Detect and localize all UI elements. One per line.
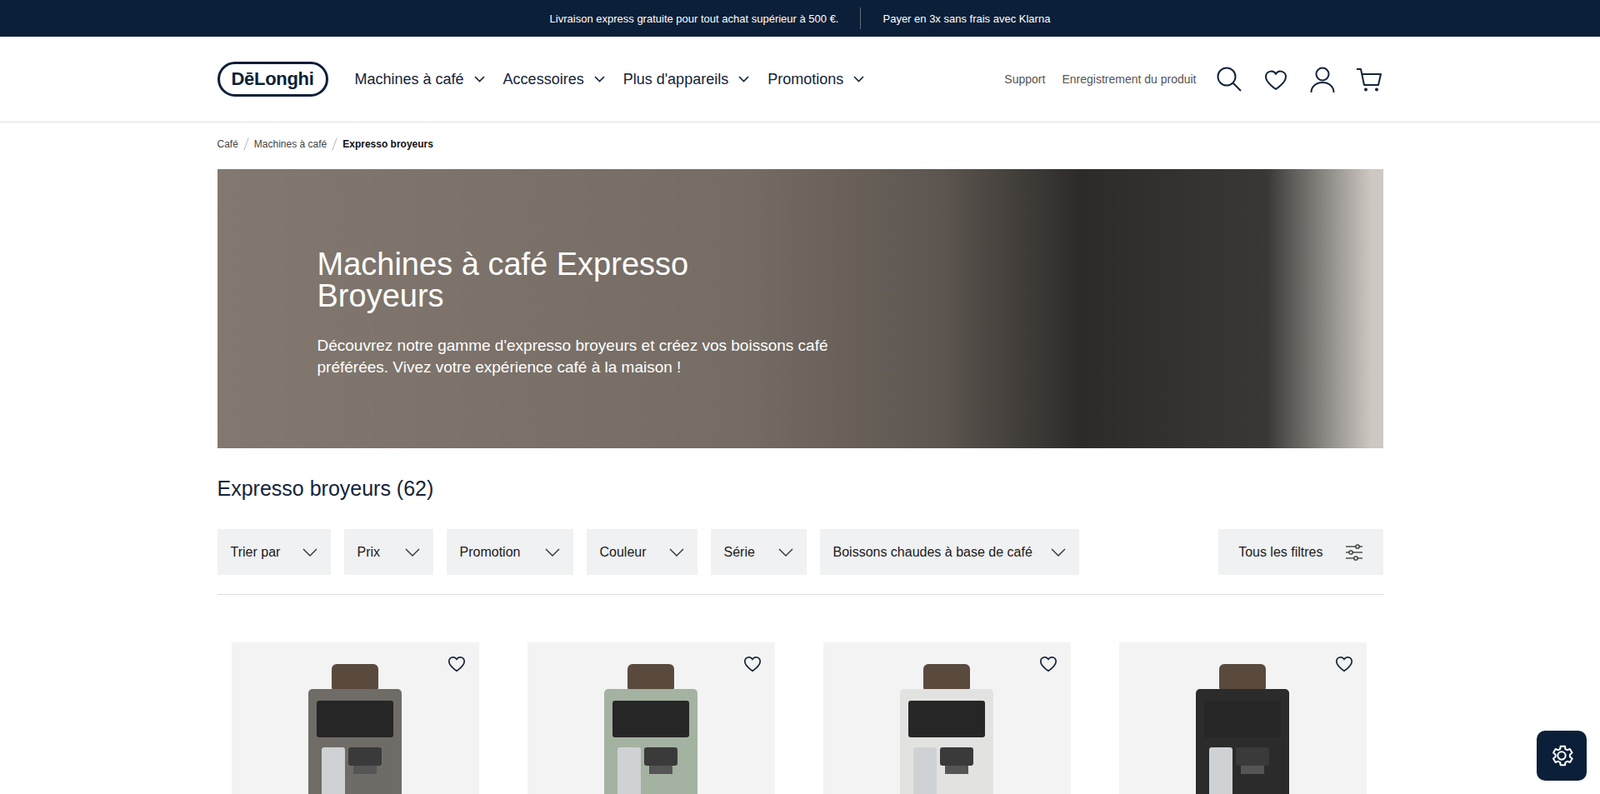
coffee-machine-image[interactable] (271, 664, 439, 794)
main-nav: Machines à café Accessoires Plus d'apparei… (355, 70, 865, 89)
site-header: DēLonghi Machines à café Accessoires Plus d… (0, 36, 1600, 123)
cookie-settings-button[interactable] (1536, 730, 1587, 781)
heart-icon[interactable] (1261, 65, 1290, 94)
chevron-down-icon[interactable] (669, 548, 685, 557)
filter-dropdown[interactable]: Prix (344, 529, 434, 575)
cart-icon[interactable] (1355, 65, 1384, 94)
filter-dropdown[interactable]: Promotion (446, 529, 574, 575)
gear-icon[interactable] (1548, 742, 1575, 770)
filter-label[interactable]: Série (724, 545, 755, 560)
breadcrumb-item[interactable]: Machines à café (254, 138, 327, 150)
promo-message[interactable]: Payer en 3x sans frais avec Klarna (860, 12, 1072, 25)
promo-bar: Livraison express gratuite pour tout ach… (0, 0, 1600, 37)
chevron-down-icon[interactable] (738, 75, 750, 83)
product-card[interactable] (1119, 642, 1367, 794)
breadcrumb-item: Expresso broyeurs (342, 138, 434, 150)
product-card[interactable] (823, 642, 1071, 794)
filter-label[interactable]: Couleur (600, 545, 647, 560)
divider (217, 594, 1384, 595)
nav-label[interactable]: Machines à café (355, 70, 465, 89)
promo-message[interactable]: Livraison express gratuite pour tout ach… (528, 12, 861, 25)
coffee-machine-image[interactable] (1159, 664, 1326, 794)
filter-label[interactable]: Promotion (460, 545, 521, 560)
nav-item[interactable]: Accessoires (503, 70, 605, 89)
separator (860, 7, 861, 30)
coffee-machine-image[interactable] (567, 664, 735, 794)
banner-description: Découvrez notre gamme d'expresso broyeur… (317, 335, 835, 378)
chevron-down-icon[interactable] (1050, 548, 1066, 557)
filter-bar: Trier par Prix Promotion Couleur Série Boisso… (217, 529, 1384, 575)
hero-banner: Machines à café Expresso Broyeurs Découvr… (217, 169, 1384, 449)
filter-dropdown[interactable]: Boissons chaudes à base de café (820, 529, 1080, 575)
nav-item[interactable]: Machines à café (355, 70, 485, 89)
utility-link[interactable]: Enregistrement du produit (1061, 72, 1196, 86)
logo[interactable]: DēLonghi (217, 61, 329, 97)
search-icon[interactable] (1215, 65, 1244, 94)
chevron-down-icon[interactable] (594, 75, 605, 83)
chevron-down-icon[interactable] (474, 75, 485, 83)
all-filters-button[interactable]: Tous les filtres (1218, 529, 1383, 575)
product-card[interactable] (231, 642, 480, 794)
breadcrumb-separator (243, 137, 249, 150)
banner-title: Machines à café Expresso Broyeurs (317, 248, 751, 312)
nav-label[interactable]: Accessoires (503, 70, 585, 89)
filter-dropdown[interactable]: Série (710, 529, 807, 575)
filter-label[interactable]: Boissons chaudes à base de café (833, 545, 1033, 560)
filter-label[interactable]: Prix (357, 545, 381, 560)
nav-label[interactable]: Promotions (767, 70, 844, 89)
utility-link[interactable]: Support (1004, 72, 1045, 86)
nav-item[interactable]: Promotions (767, 70, 865, 89)
chevron-down-icon[interactable] (853, 75, 865, 83)
listing-heading: Expresso broyeurs (62) (217, 476, 1384, 501)
favorite-heart-icon[interactable] (1037, 652, 1060, 675)
favorite-heart-icon[interactable] (741, 652, 764, 675)
user-icon[interactable] (1308, 65, 1337, 94)
chevron-down-icon[interactable] (405, 548, 420, 557)
filter-dropdown[interactable]: Trier par (217, 529, 331, 575)
all-filters-label[interactable]: Tous les filtres (1238, 545, 1323, 560)
product-grid (217, 642, 1384, 794)
breadcrumb-separator (332, 137, 338, 150)
filter-dropdown[interactable]: Couleur (586, 529, 698, 575)
chevron-down-icon[interactable] (545, 548, 560, 557)
coffee-machine-image[interactable] (863, 664, 1030, 794)
utility-area: Support Enregistrement du produit (1004, 65, 1383, 94)
favorite-heart-icon[interactable] (1333, 652, 1355, 675)
main-content: Café Machines à café Expresso broyeurs Mach… (217, 122, 1384, 794)
breadcrumb: Café Machines à café Expresso broyeurs (217, 122, 1384, 170)
product-card[interactable] (527, 642, 775, 794)
nav-label[interactable]: Plus d'appareils (623, 70, 730, 89)
filter-label[interactable]: Trier par (230, 545, 281, 560)
nav-item[interactable]: Plus d'appareils (623, 70, 750, 89)
chevron-down-icon[interactable] (302, 548, 318, 557)
sliders-icon[interactable] (1345, 544, 1364, 561)
favorite-heart-icon[interactable] (445, 652, 468, 675)
chevron-down-icon[interactable] (778, 548, 794, 557)
breadcrumb-item[interactable]: Café (217, 138, 239, 150)
